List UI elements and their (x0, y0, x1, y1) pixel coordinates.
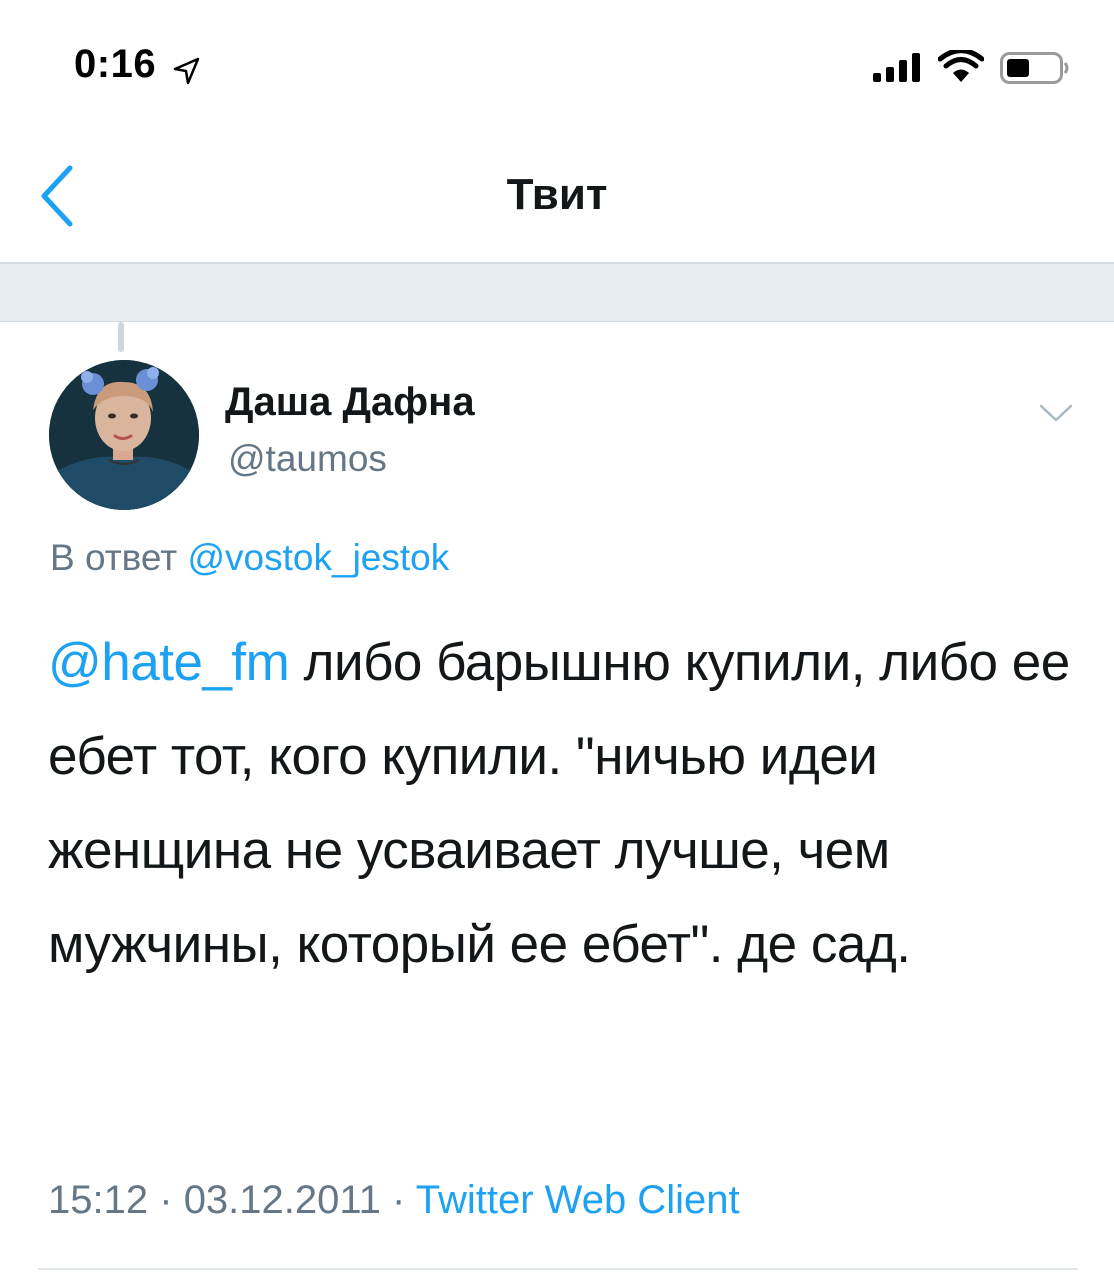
wifi-icon (938, 50, 984, 82)
battery-icon (1000, 52, 1069, 84)
author-handle[interactable]: @taumos (228, 438, 387, 480)
tweet-time: 15:12 (48, 1178, 149, 1222)
mention-link[interactable]: @hate_fm (48, 633, 290, 692)
navigation-bar: Твит (0, 120, 1114, 264)
tweet-date: 03.12.2011 (183, 1178, 381, 1222)
status-bar: 0:16 (0, 0, 1114, 120)
tweet-text: @hate_fm либо барышню купили, либо ее еб… (48, 616, 1088, 992)
divider (38, 1268, 1078, 1270)
avatar[interactable] (49, 360, 199, 510)
section-separator (0, 264, 1114, 322)
reply-prefix: В ответ (50, 537, 178, 578)
cellular-signal-icon (873, 53, 920, 82)
reply-to-link[interactable]: @vostok_jestok (188, 537, 450, 578)
author-display-name[interactable]: Даша Дафна (225, 380, 475, 425)
meta-separator: · (392, 1178, 406, 1222)
source-link[interactable]: Twitter Web Client (416, 1178, 740, 1222)
thread-connector-line (118, 322, 124, 352)
page-title: Твит (506, 170, 608, 219)
tweet-detail-screen: 0:16 Твит Даша Дафна @taumos В ответ @vo… (0, 0, 1114, 1280)
location-arrow-icon (173, 57, 200, 85)
reply-context: В ответ @vostok_jestok (50, 537, 449, 579)
avatar-image (49, 360, 199, 510)
status-time: 0:16 (74, 42, 157, 86)
chevron-down-icon[interactable] (1036, 398, 1076, 428)
meta-separator: · (159, 1178, 173, 1222)
tweet-meta: 15:12 · 03.12.2011 · Twitter Web Client (48, 1178, 740, 1223)
